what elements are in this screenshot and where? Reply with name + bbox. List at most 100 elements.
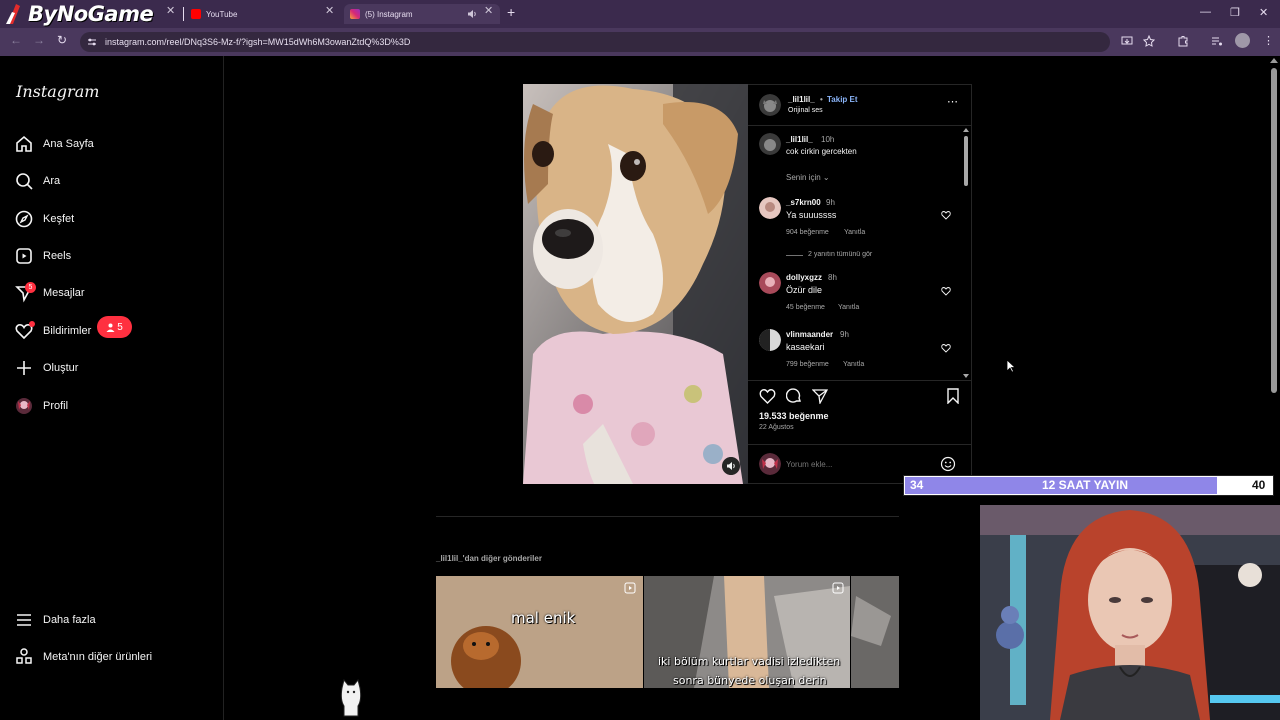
webcam-image: [980, 505, 1280, 720]
comment-username[interactable]: _s7krn00: [786, 198, 821, 207]
restore-icon[interactable]: ❐: [1230, 6, 1240, 19]
comment-like-heart-icon[interactable]: [941, 210, 951, 220]
back-icon[interactable]: ←: [10, 33, 22, 47]
caption-text: cok cirkin gercekten: [786, 147, 857, 156]
reply-button[interactable]: Yanıtla: [838, 304, 859, 311]
like-heart-icon[interactable]: [759, 388, 776, 404]
sidebar-item-reels[interactable]: Reels: [14, 244, 71, 268]
forward-icon[interactable]: →: [33, 33, 45, 47]
thumbnail-image: [436, 576, 643, 688]
extensions-icon[interactable]: [1177, 35, 1189, 47]
caption-author-avatar[interactable]: [759, 133, 781, 155]
reply-button[interactable]: Yanıtla: [843, 361, 864, 368]
dog-video-frame: [523, 84, 748, 484]
sidebar-item-search[interactable]: Ara: [14, 169, 60, 193]
author-avatar[interactable]: [759, 94, 781, 116]
menu-icon[interactable]: ⋮: [1263, 34, 1274, 47]
search-icon: [16, 173, 33, 190]
tab-close-icon[interactable]: ✕: [484, 4, 493, 17]
comment-text: kasaekari: [786, 342, 825, 352]
comments-scrollbar[interactable]: [963, 128, 969, 378]
mute-button[interactable]: [722, 457, 740, 475]
save-bookmark-icon[interactable]: [946, 388, 960, 404]
thumbnail-image: [851, 576, 899, 688]
comment-likes[interactable]: 904 beğenme: [786, 229, 829, 236]
comment-username[interactable]: dollyxgzz: [786, 273, 822, 282]
caption-username[interactable]: _lil1lil_: [786, 135, 813, 144]
explore-icon: [15, 210, 33, 228]
tab-youtube[interactable]: YouTube: [191, 4, 341, 24]
sidebar-item-more[interactable]: Daha fazla: [14, 608, 96, 632]
comment-likes[interactable]: 45 beğenme: [786, 304, 825, 311]
page-scrollbar[interactable]: [1270, 58, 1278, 398]
sort-label: Senin için: [786, 173, 821, 182]
replies-line: [786, 255, 803, 256]
view-replies-link[interactable]: 2 yanıtın tümünü gör: [808, 251, 872, 258]
timer-left-value: 34: [910, 478, 924, 492]
comment-time: 9h: [826, 198, 835, 207]
comment-bubble-icon[interactable]: [786, 388, 802, 404]
new-tab-button[interactable]: +: [507, 4, 515, 20]
site-info-icon[interactable]: [87, 37, 97, 47]
more-post-thumbnail[interactable]: [851, 576, 899, 688]
comment-input[interactable]: [786, 456, 926, 472]
speaker-icon[interactable]: [467, 9, 477, 19]
more-post-thumbnail[interactable]: mal enik: [436, 576, 643, 688]
minimize-icon[interactable]: —: [1200, 6, 1211, 18]
comment-text: Özür dile: [786, 285, 823, 295]
notification-dot: [29, 321, 35, 327]
youtube-favicon-icon: [191, 9, 201, 19]
like-count[interactable]: 19.533 beğenme: [759, 411, 829, 421]
thumbnail-caption-line1: iki bölüm kurtlar vadisi izledikten: [658, 655, 841, 668]
sidebar-item-label: Mesajlar: [43, 287, 85, 299]
instagram-logo[interactable]: Instagram: [16, 82, 99, 101]
comment-sort-dropdown[interactable]: Senin için ⌄: [786, 173, 830, 182]
commenter-avatar[interactable]: [759, 197, 781, 219]
meta-grid-icon: [16, 648, 32, 664]
tab-close-icon[interactable]: ✕: [166, 4, 175, 17]
sidebar-item-home[interactable]: Ana Sayfa: [14, 132, 94, 156]
reel-video[interactable]: [523, 84, 748, 484]
url-text[interactable]: instagram.com/reel/DNq3S6-Mz-f/?igsh=MW1…: [105, 37, 410, 47]
media-icon[interactable]: [1211, 35, 1223, 47]
audio-label[interactable]: Orijinal ses: [788, 107, 823, 114]
reload-icon[interactable]: ↻: [57, 33, 67, 47]
tab-title: YouTube: [206, 9, 238, 19]
sidebar-item-create[interactable]: Oluştur: [14, 356, 78, 380]
sidebar-item-notifications[interactable]: Bildirimler: [14, 319, 91, 343]
commenter-avatar[interactable]: [759, 329, 781, 351]
more-post-thumbnail[interactable]: iki bölüm kurtlar vadisi izledikten sonr…: [644, 576, 850, 688]
sidebar-item-explore[interactable]: Keşfet: [14, 207, 74, 231]
author-username[interactable]: _lil1lil_: [788, 95, 815, 104]
tab-title: (5) Instagram: [365, 9, 413, 19]
emoji-icon[interactable]: [940, 456, 956, 472]
comment-likes[interactable]: 799 beğenme: [786, 361, 829, 368]
section-divider: [436, 516, 899, 517]
post-date: 22 Ağustos: [759, 424, 794, 431]
person-icon: [106, 323, 115, 332]
comment-like-heart-icon[interactable]: [941, 343, 951, 353]
close-window-icon[interactable]: ✕: [1259, 6, 1268, 19]
bookmark-star-icon[interactable]: [1143, 35, 1155, 47]
notifications-pill[interactable]: 5: [97, 316, 132, 338]
comment-username[interactable]: vlinmaander: [786, 330, 833, 339]
profile-icon[interactable]: [1235, 33, 1250, 48]
plus-icon: [17, 361, 31, 375]
notifications-count: 5: [117, 321, 123, 333]
install-icon[interactable]: [1121, 35, 1133, 47]
chevron-down-icon: ⌄: [822, 173, 830, 182]
reply-button[interactable]: Yanıtla: [844, 229, 865, 236]
instagram-favicon-icon: [350, 9, 360, 19]
commenter-avatar[interactable]: [759, 272, 781, 294]
sidebar-item-profile[interactable]: Profil: [14, 394, 68, 418]
sidebar-item-meta[interactable]: Meta'nın diğer ürünleri: [14, 645, 152, 669]
share-paper-plane-icon[interactable]: [812, 388, 828, 404]
more-posts-title[interactable]: _lil1lil_'dan diğer gönderiler: [436, 554, 542, 563]
sidebar-item-label: Ara: [43, 175, 61, 187]
comment-like-heart-icon[interactable]: [941, 286, 951, 296]
more-options-icon[interactable]: ⋯: [947, 95, 958, 108]
hamburger-icon: [17, 614, 31, 626]
thumbnail-image: [644, 576, 850, 688]
tab-close-icon[interactable]: ✕: [325, 4, 334, 17]
follow-button[interactable]: Takip Et: [827, 95, 858, 104]
